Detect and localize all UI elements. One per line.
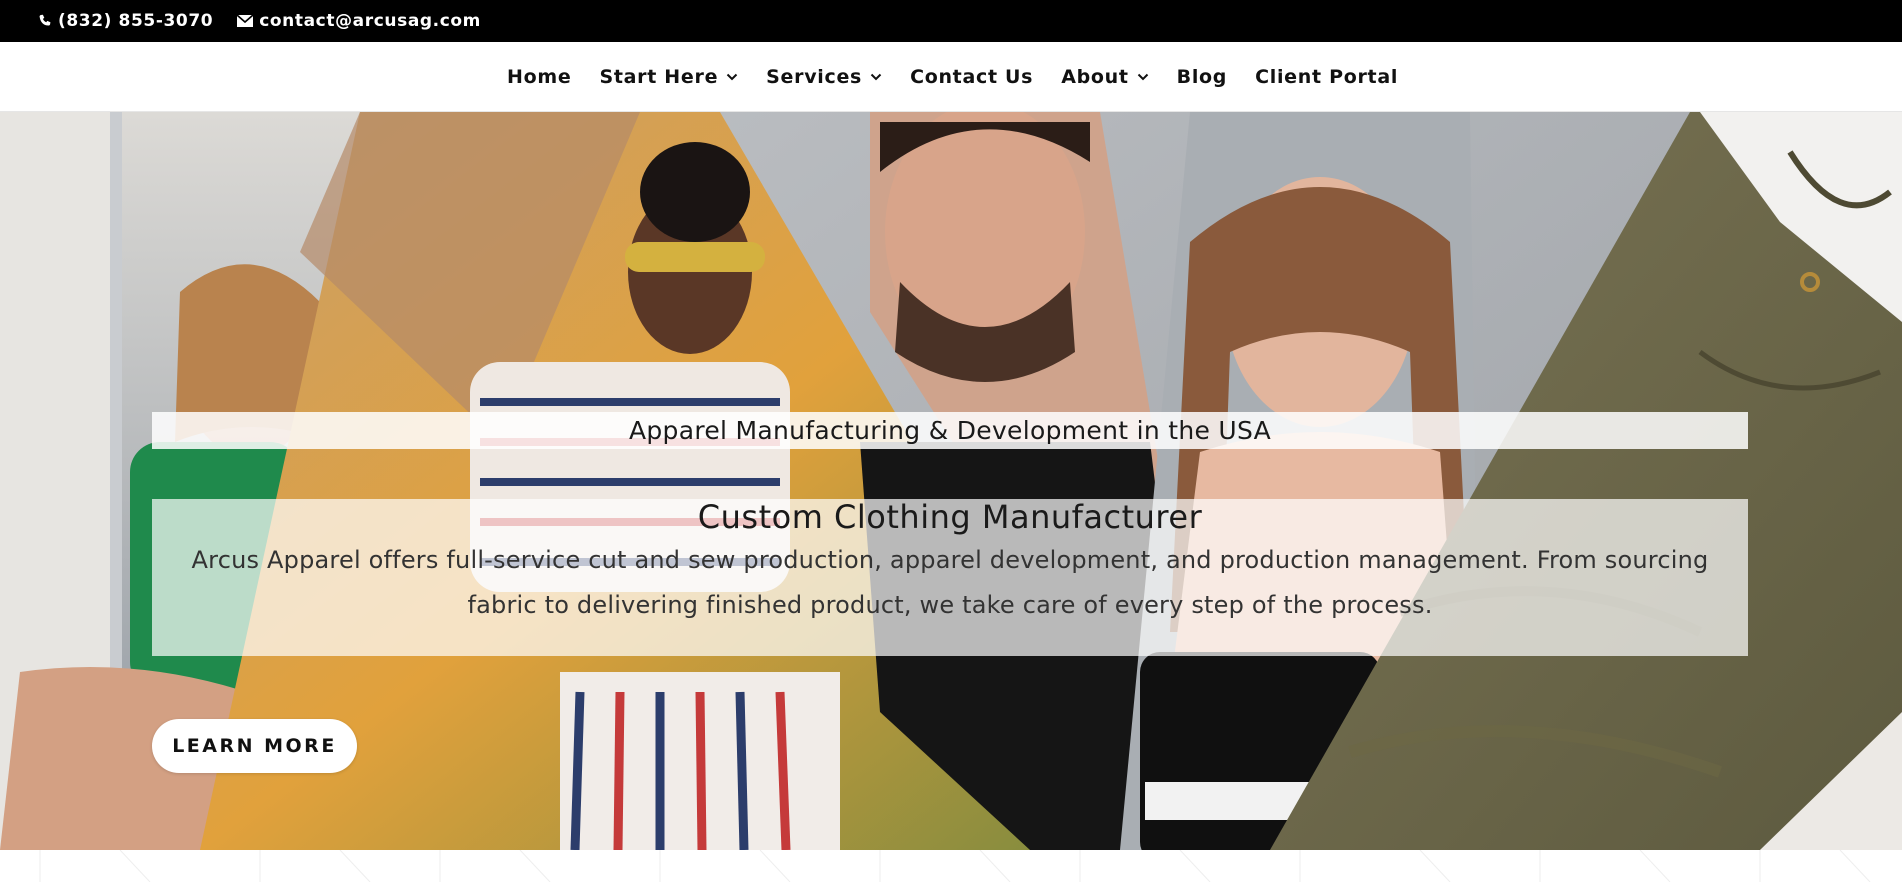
hero-section: Apparel Manufacturing & Development in t… <box>0 112 1902 850</box>
learn-more-button[interactable]: LEARN MORE <box>152 719 357 773</box>
email-link[interactable]: contact@arcusag.com <box>237 11 481 31</box>
nav-item-blog[interactable]: Blog <box>1177 66 1227 88</box>
nav-item-client-portal[interactable]: Client Portal <box>1255 66 1398 88</box>
chevron-down-icon <box>726 73 738 81</box>
nav-item-start-here[interactable]: Start Here <box>599 66 738 88</box>
envelope-icon <box>237 15 254 27</box>
phone-link[interactable]: (832) 855-3070 <box>38 11 213 31</box>
main-navigation: Home Start Here Services Contact Us Abou… <box>0 42 1902 112</box>
nav-item-label: About <box>1061 66 1129 88</box>
nav-item-home[interactable]: Home <box>507 66 571 88</box>
email-address: contact@arcusag.com <box>259 11 481 31</box>
hero-subtitle: Apparel Manufacturing & Development in t… <box>152 412 1748 449</box>
hero-content-box: Custom Clothing Manufacturer Arcus Appar… <box>152 499 1748 656</box>
nav-item-label: Start Here <box>599 66 719 88</box>
hero-description: Arcus Apparel offers full-service cut an… <box>191 546 1709 619</box>
nav-item-label: Contact Us <box>910 66 1034 88</box>
nav-item-label: Blog <box>1176 66 1228 88</box>
nav-menu: Home Start Here Services Contact Us Abou… <box>507 42 1426 112</box>
nav-item-label: Services <box>766 66 863 88</box>
top-contact-bar: (832) 855-3070 contact@arcusag.com <box>0 0 1902 42</box>
phone-icon <box>39 14 51 26</box>
phone-number: (832) 855-3070 <box>58 11 214 31</box>
chevron-down-icon <box>1137 73 1148 81</box>
nav-item-contact-us[interactable]: Contact Us <box>910 66 1033 88</box>
diagonal-pattern <box>39 850 1871 882</box>
nav-item-label: Home <box>507 66 572 88</box>
hero-heading: Custom Clothing Manufacturer <box>697 498 1203 536</box>
bottom-pattern-strip <box>0 850 1902 882</box>
nav-item-services[interactable]: Services <box>766 66 882 88</box>
nav-item-label: Client Portal <box>1255 66 1399 88</box>
chevron-down-icon <box>870 73 882 81</box>
nav-item-about[interactable]: About <box>1061 66 1148 88</box>
